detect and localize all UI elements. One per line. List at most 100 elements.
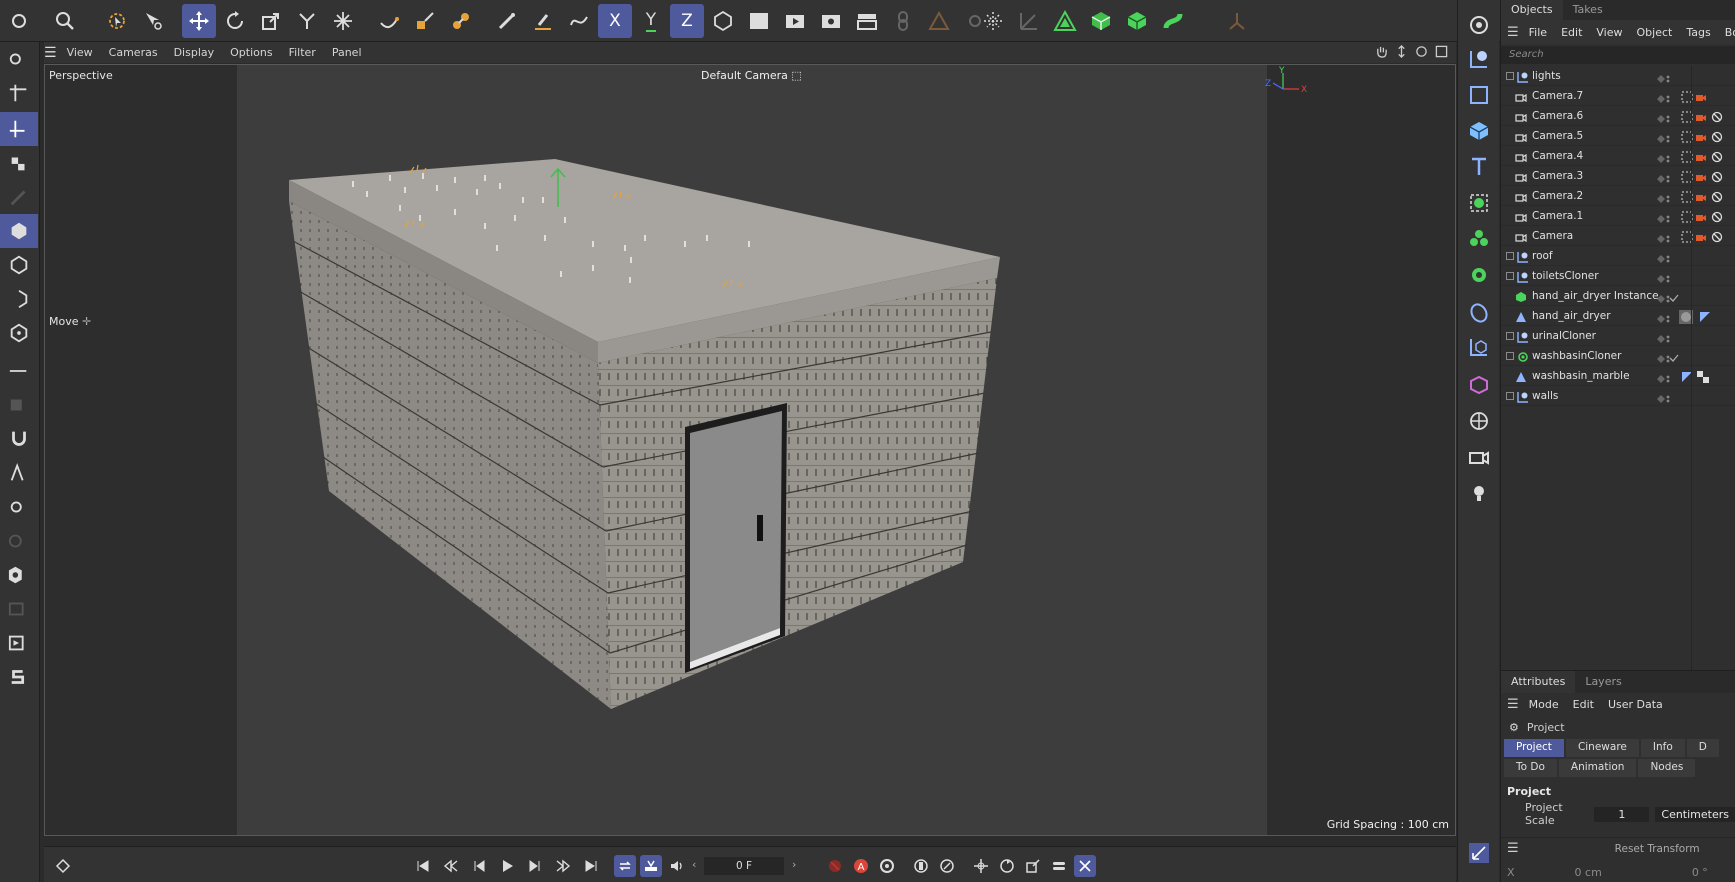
quantize-icon[interactable] (1220, 4, 1254, 38)
text-object-icon[interactable] (1464, 152, 1494, 182)
record-disabled-icon[interactable] (824, 855, 846, 877)
render-region-icon[interactable] (0, 626, 38, 660)
object-row[interactable]: hand_air_dryer Instance (1501, 286, 1735, 306)
subtab-animation[interactable]: Animation (1558, 759, 1637, 777)
protection-tag-icon[interactable] (1711, 130, 1723, 143)
object-row[interactable]: urinalCloner (1501, 326, 1735, 346)
light-object-icon[interactable] (1464, 478, 1494, 508)
tab-layers[interactable]: Layers (1575, 671, 1631, 693)
transfer-icon[interactable] (290, 4, 324, 38)
viewport-menu-options[interactable]: Options (230, 46, 272, 59)
next-key-icon[interactable] (552, 855, 574, 877)
camera-tag-icon[interactable] (1695, 90, 1707, 102)
object-row[interactable]: washbasinCloner (1501, 346, 1735, 366)
visibility-toggle-icon[interactable] (1656, 231, 1670, 243)
objects-search-input[interactable]: Search (1501, 46, 1735, 64)
object-row[interactable]: Camera.4 (1501, 146, 1735, 166)
subtab-todo[interactable]: To Do (1504, 759, 1557, 777)
coord-position-value[interactable]: 0 cm (1575, 866, 1602, 879)
cloner-icon[interactable] (1464, 224, 1494, 254)
expand-toggle-icon[interactable] (1506, 272, 1514, 280)
object-row[interactable]: lights (1501, 66, 1735, 86)
play-icon[interactable] (496, 855, 518, 877)
camera-tag-icon[interactable] (1695, 170, 1707, 182)
rectangle-spline-icon[interactable] (1464, 80, 1494, 110)
current-frame-input[interactable]: 0 F (704, 857, 784, 875)
visibility-toggle-icon[interactable] (1656, 331, 1670, 343)
axis-tool-icon[interactable] (0, 76, 38, 110)
scale-icon[interactable] (254, 4, 288, 38)
objects-menu-edit[interactable]: Edit (1561, 26, 1582, 39)
tab-objects[interactable]: Objects (1501, 0, 1563, 20)
object-name[interactable]: Camera.3 (1532, 166, 1583, 186)
object-row[interactable]: walls (1501, 386, 1735, 406)
go-to-end-icon[interactable] (580, 855, 602, 877)
material-tag-icon[interactable] (1679, 310, 1693, 324)
camera-tag-icon[interactable] (1695, 210, 1707, 222)
render-settings-icon[interactable] (814, 4, 848, 38)
spline-smooth-icon[interactable] (526, 4, 560, 38)
camera-tag-icon[interactable] (1695, 150, 1707, 162)
object-row[interactable]: Camera.2 (1501, 186, 1735, 206)
attr-menu-edit[interactable]: Edit (1573, 698, 1594, 711)
axis-lock-icon[interactable] (0, 456, 38, 490)
visibility-toggle-icon[interactable] (1656, 111, 1670, 123)
brush-icon[interactable] (490, 4, 524, 38)
visibility-toggle-icon[interactable] (1656, 71, 1670, 83)
objects-menu-file[interactable]: File (1529, 26, 1547, 39)
object-row[interactable]: Camera (1501, 226, 1735, 246)
uv-mode-icon[interactable] (0, 354, 38, 388)
chain-icon[interactable] (886, 4, 920, 38)
visibility-toggle-icon[interactable] (1656, 171, 1670, 183)
attr-menu-mode[interactable]: Mode (1529, 698, 1559, 711)
z-axis-toggle[interactable]: Z (670, 4, 704, 38)
visibility-toggle-icon[interactable] (1656, 131, 1670, 143)
triangle-icon[interactable] (1048, 4, 1082, 38)
paint-icon[interactable] (444, 4, 478, 38)
phong-tag-icon[interactable] (1699, 310, 1711, 322)
layout-icon[interactable] (1464, 838, 1494, 868)
search-icon[interactable] (48, 4, 82, 38)
camera-object-icon[interactable] (1464, 442, 1494, 472)
scale-key-icon[interactable] (1022, 855, 1044, 877)
brush-disabled-icon[interactable] (0, 180, 38, 214)
protection-tag-icon[interactable] (1711, 190, 1723, 203)
parameter-key-icon[interactable] (1048, 855, 1070, 877)
attr-bottom-hamburger-icon[interactable]: ☰ (1507, 841, 1519, 856)
polygons-mode-icon[interactable] (0, 316, 38, 350)
visibility-toggle-icon[interactable] (1656, 191, 1670, 203)
object-name[interactable]: Camera.4 (1532, 146, 1583, 166)
object-row[interactable]: Camera.5 (1501, 126, 1735, 146)
workplane-mode-icon[interactable] (0, 592, 38, 626)
cube-teal-icon[interactable] (1120, 4, 1154, 38)
edges-mode-icon[interactable] (0, 282, 38, 316)
visibility-toggle-icon[interactable] (1656, 151, 1670, 163)
target-icon[interactable] (0, 524, 38, 558)
field-icon[interactable] (1464, 332, 1494, 362)
object-row[interactable]: Camera.6 (1501, 106, 1735, 126)
hex-nut-icon[interactable] (0, 558, 38, 592)
visibility-toggle-icon[interactable] (1656, 291, 1670, 303)
live-selection-icon[interactable] (100, 4, 134, 38)
spline-arc-icon[interactable] (562, 4, 596, 38)
magnet-icon[interactable] (0, 422, 38, 456)
viewport[interactable]: Y X Z Perspective Default Camera ⬚ Move … (44, 64, 1456, 836)
object-name[interactable]: Camera.2 (1532, 186, 1583, 206)
model-mode-icon[interactable] (0, 214, 38, 248)
orbit-icon[interactable] (1415, 45, 1428, 58)
object-name[interactable]: Camera.1 (1532, 206, 1583, 226)
object-name[interactable]: roof (1532, 246, 1553, 266)
object-name[interactable]: Camera.7 (1532, 86, 1583, 106)
object-row[interactable]: hand_air_dryer (1501, 306, 1735, 326)
object-row[interactable]: Camera.1 (1501, 206, 1735, 226)
loop-icon[interactable] (614, 855, 636, 877)
autokey-icon[interactable]: A (850, 855, 872, 877)
effector-icon[interactable] (1464, 260, 1494, 290)
object-name[interactable]: washbasinCloner (1532, 346, 1621, 366)
keyframe-icon[interactable] (52, 855, 74, 877)
protection-tag-icon[interactable] (1711, 150, 1723, 163)
polygon-pen-icon[interactable] (922, 4, 956, 38)
sound-icon[interactable] (666, 855, 688, 877)
protection-tag-icon[interactable] (1711, 110, 1723, 123)
visibility-toggle-icon[interactable] (1656, 311, 1670, 323)
